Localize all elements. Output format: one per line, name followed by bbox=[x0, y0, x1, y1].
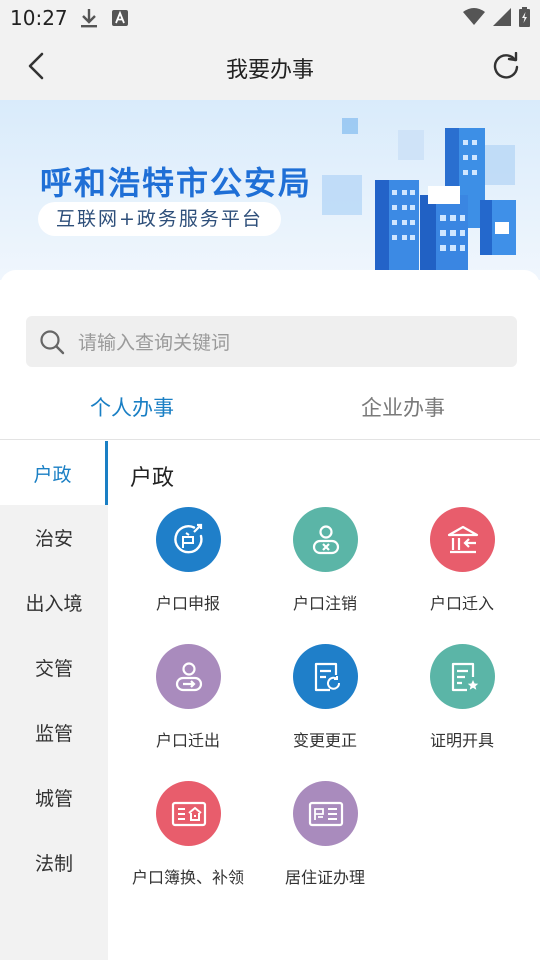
sidebar-item-fazhi[interactable]: 法制 bbox=[0, 830, 108, 894]
household-move-in-icon bbox=[430, 507, 495, 572]
tab-bar: 个人办事 企业办事 bbox=[0, 378, 540, 440]
city-buildings-illustration bbox=[320, 110, 540, 280]
service-household-book[interactable]: 户口簿换、补领 bbox=[118, 781, 258, 901]
service-household-declare[interactable]: 户口申报 bbox=[118, 507, 258, 627]
banner-subtitle: 互联网+政务服务平台 bbox=[38, 202, 281, 236]
sidebar-item-zhian[interactable]: 治安 bbox=[0, 505, 108, 569]
page-title: 我要办事 bbox=[225, 58, 314, 83]
service-label: 居住证办理 bbox=[284, 868, 365, 887]
download-icon bbox=[80, 8, 98, 32]
signal-icon bbox=[493, 8, 511, 30]
search-icon bbox=[38, 328, 66, 356]
service-residence-permit[interactable]: 居住证办理 bbox=[255, 781, 395, 901]
sidebar-item-jiaoguan[interactable]: 交管 bbox=[0, 635, 108, 699]
service-label: 户口迁出 bbox=[155, 731, 220, 750]
font-a-icon bbox=[112, 10, 128, 30]
battery-charging-icon bbox=[519, 7, 530, 31]
service-label: 户口簿换、补领 bbox=[131, 868, 244, 887]
tab-enterprise[interactable]: 企业办事 bbox=[361, 392, 445, 422]
banner: 呼和浩特市公安局 互联网+政务服务平台 bbox=[0, 100, 540, 280]
service-household-cancel[interactable]: 户口注销 bbox=[255, 507, 395, 627]
status-bar: 10:27 bbox=[0, 0, 540, 36]
sidebar-item-jianguan[interactable]: 监管 bbox=[0, 700, 108, 764]
service-label: 证明开具 bbox=[429, 731, 494, 750]
residence-permit-icon bbox=[293, 781, 358, 846]
refresh-button[interactable] bbox=[490, 51, 522, 84]
status-notification-icons bbox=[80, 8, 128, 32]
status-time: 10:27 bbox=[10, 6, 68, 30]
search-placeholder: 请输入查询关键词 bbox=[78, 332, 231, 354]
change-correct-icon bbox=[293, 644, 358, 709]
content-card: 请输入查询关键词 个人办事 企业办事 户政 治安 出入境 交管 监管 城管 法制… bbox=[0, 270, 540, 960]
sidebar-item-churujing[interactable]: 出入境 bbox=[0, 570, 108, 634]
section-title: 户政 bbox=[130, 466, 175, 491]
wifi-icon bbox=[463, 8, 485, 30]
service-label: 变更更正 bbox=[292, 731, 357, 750]
category-sidebar: 户政 治安 出入境 交管 监管 城管 法制 bbox=[0, 441, 108, 960]
service-label: 户口注销 bbox=[292, 594, 357, 613]
status-system-icons bbox=[463, 7, 530, 31]
tab-personal[interactable]: 个人办事 bbox=[90, 392, 174, 422]
service-household-move-out[interactable]: 户口迁出 bbox=[118, 644, 258, 764]
sidebar-item-chengguan[interactable]: 城管 bbox=[0, 765, 108, 829]
service-household-move-in[interactable]: 户口迁入 bbox=[392, 507, 532, 627]
service-label: 户口迁入 bbox=[429, 594, 494, 613]
sidebar-item-huzheng[interactable]: 户政 bbox=[0, 441, 108, 505]
service-label: 户口申报 bbox=[155, 594, 220, 613]
household-book-icon bbox=[156, 781, 221, 846]
service-certificate-issue[interactable]: 证明开具 bbox=[392, 644, 532, 764]
search-input[interactable]: 请输入查询关键词 bbox=[26, 316, 517, 367]
household-declare-icon bbox=[156, 507, 221, 572]
nav-bar: 我要办事 bbox=[0, 36, 540, 100]
refresh-icon bbox=[492, 51, 520, 84]
household-cancel-icon bbox=[293, 507, 358, 572]
certificate-issue-icon bbox=[430, 644, 495, 709]
household-move-out-icon bbox=[156, 644, 221, 709]
banner-title: 呼和浩特市公安局 bbox=[40, 164, 313, 202]
service-change-correct[interactable]: 变更更正 bbox=[255, 644, 395, 764]
